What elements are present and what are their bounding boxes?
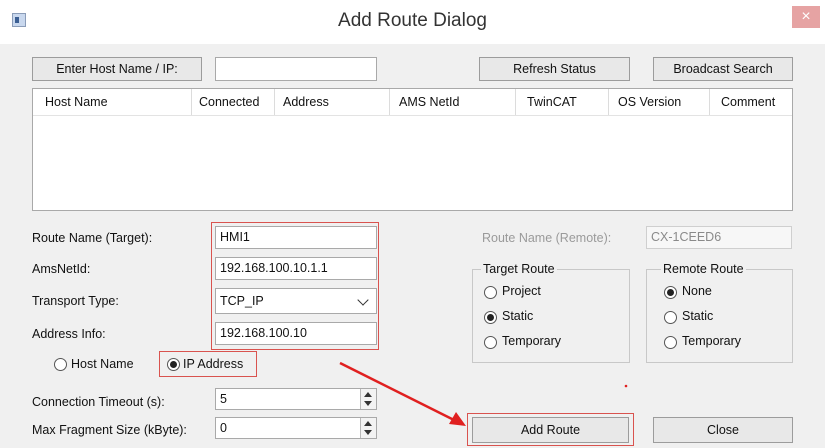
annotation-arrow-icon bbox=[339, 361, 628, 426]
add-route-dialog: Add Route Dialog × Enter Host Name / IP:… bbox=[0, 0, 825, 448]
